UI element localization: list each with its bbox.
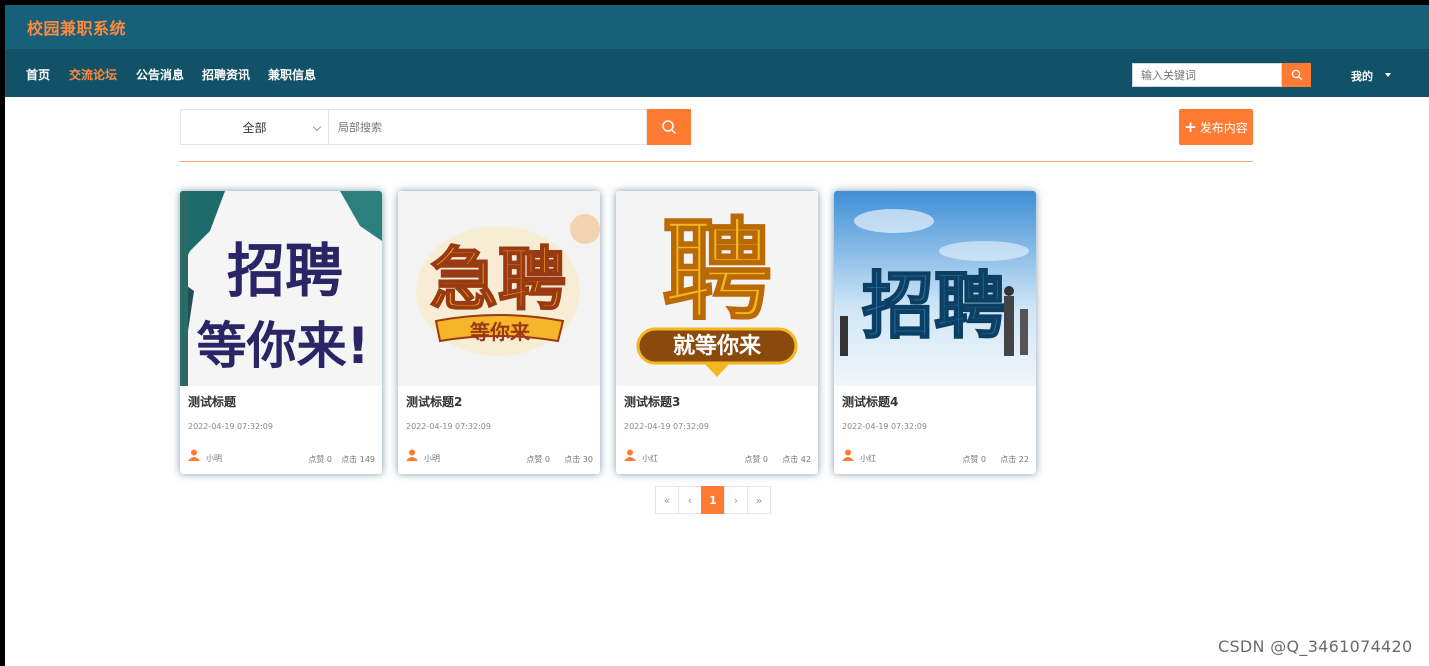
image-text-bottom: 就等你来 bbox=[673, 333, 762, 359]
post-card-author: 小明 bbox=[206, 454, 222, 463]
page-first-button[interactable]: « bbox=[655, 486, 679, 514]
nav-item-forum[interactable]: 交流论坛 bbox=[69, 66, 117, 83]
page-next-button[interactable]: › bbox=[724, 486, 748, 514]
category-select-value: 全部 bbox=[242, 120, 267, 135]
plus-icon: + bbox=[1184, 118, 1197, 136]
post-card-date: 2022-04-19 07:32:09 bbox=[842, 422, 927, 431]
post-card-image[interactable]: 招聘 等你来! bbox=[180, 191, 382, 386]
post-card[interactable]: 招聘 测试标题4 2022-04-19 07:32:09 小红 点赞 0 点击 … bbox=[834, 191, 1036, 474]
divider bbox=[180, 161, 1253, 162]
user-icon bbox=[188, 449, 200, 461]
local-search-button[interactable] bbox=[647, 109, 691, 145]
search-icon bbox=[662, 120, 677, 135]
nav-item-part-time[interactable]: 兼职信息 bbox=[268, 66, 316, 83]
user-icon bbox=[406, 449, 418, 461]
post-card-author: 小红 bbox=[642, 454, 658, 463]
header-search-input[interactable] bbox=[1132, 63, 1282, 87]
app-window: 校园兼职系统 首页 交流论坛 公告消息 招聘资讯 兼职信息 我的 全部 + 发布… bbox=[5, 5, 1429, 666]
image-text-top: 聘 bbox=[662, 207, 772, 335]
post-card-image[interactable]: 聘 就等你来 bbox=[616, 191, 818, 386]
post-card-likes: 点赞 0 bbox=[308, 455, 332, 464]
post-card-image[interactable]: 急聘 等你来 bbox=[398, 191, 600, 386]
page-last-button[interactable]: » bbox=[747, 486, 771, 514]
search-icon bbox=[1291, 69, 1302, 81]
post-card-author: 小红 bbox=[860, 454, 876, 463]
user-icon bbox=[624, 449, 636, 461]
image-text-top: 急聘 bbox=[430, 241, 566, 320]
post-card[interactable]: 招聘 等你来! 测试标题 2022-04-19 07:32:09 小明 点赞 0… bbox=[180, 191, 382, 474]
top-bar: 校园兼职系统 bbox=[5, 5, 1429, 49]
watermark: CSDN @Q_3461074420 bbox=[1218, 637, 1413, 656]
user-icon bbox=[842, 449, 854, 461]
nav-bar: 首页 交流论坛 公告消息 招聘资讯 兼职信息 我的 bbox=[5, 49, 1429, 97]
chevron-down-icon bbox=[312, 122, 322, 132]
post-card-date: 2022-04-19 07:32:09 bbox=[188, 422, 273, 431]
caret-down-icon[interactable] bbox=[1385, 73, 1391, 77]
post-card-image[interactable]: 招聘 bbox=[834, 191, 1036, 386]
post-card-likes: 点赞 0 bbox=[962, 455, 986, 464]
local-search-input[interactable] bbox=[329, 109, 647, 145]
post-card-clicks: 点击 149 bbox=[341, 455, 375, 464]
header-search-button[interactable] bbox=[1282, 63, 1311, 87]
page-current-button[interactable]: 1 bbox=[701, 486, 725, 514]
image-text-bottom: 等你来 bbox=[470, 320, 531, 344]
user-menu[interactable]: 我的 bbox=[1351, 68, 1373, 84]
image-text-top: 招聘 bbox=[862, 264, 1006, 348]
nav-item-home[interactable]: 首页 bbox=[26, 66, 50, 83]
nav-item-recruit-news[interactable]: 招聘资讯 bbox=[202, 66, 250, 83]
image-text-top: 招聘 bbox=[227, 237, 343, 305]
post-card-date: 2022-04-19 07:32:09 bbox=[624, 422, 709, 431]
page-prev-button[interactable]: ‹ bbox=[678, 486, 702, 514]
post-card-title[interactable]: 测试标题2 bbox=[406, 393, 462, 410]
post-card-clicks: 点击 30 bbox=[564, 455, 593, 464]
nav-item-notices[interactable]: 公告消息 bbox=[136, 66, 184, 83]
publish-button-label: 发布内容 bbox=[1199, 120, 1248, 135]
post-card-title[interactable]: 测试标题 bbox=[188, 393, 236, 410]
post-card-clicks: 点击 22 bbox=[1000, 455, 1029, 464]
pagination: « ‹ 1 › » bbox=[655, 486, 771, 514]
cursor-highlight bbox=[570, 214, 600, 244]
post-card-author: 小明 bbox=[424, 454, 440, 463]
post-card-likes: 点赞 0 bbox=[744, 455, 768, 464]
image-text-bottom: 等你来! bbox=[197, 317, 370, 375]
publish-button[interactable]: + 发布内容 bbox=[1179, 109, 1253, 145]
app-title[interactable]: 校园兼职系统 bbox=[27, 15, 126, 39]
post-card-likes: 点赞 0 bbox=[526, 455, 550, 464]
post-card[interactable]: 聘 就等你来 测试标题3 2022-04-19 07:32:09 小红 点赞 0… bbox=[616, 191, 818, 474]
post-card-date: 2022-04-19 07:32:09 bbox=[406, 422, 491, 431]
post-card-title[interactable]: 测试标题3 bbox=[624, 393, 680, 410]
post-card-title[interactable]: 测试标题4 bbox=[842, 393, 898, 410]
category-select[interactable]: 全部 bbox=[180, 109, 329, 145]
post-card-clicks: 点击 42 bbox=[782, 455, 811, 464]
